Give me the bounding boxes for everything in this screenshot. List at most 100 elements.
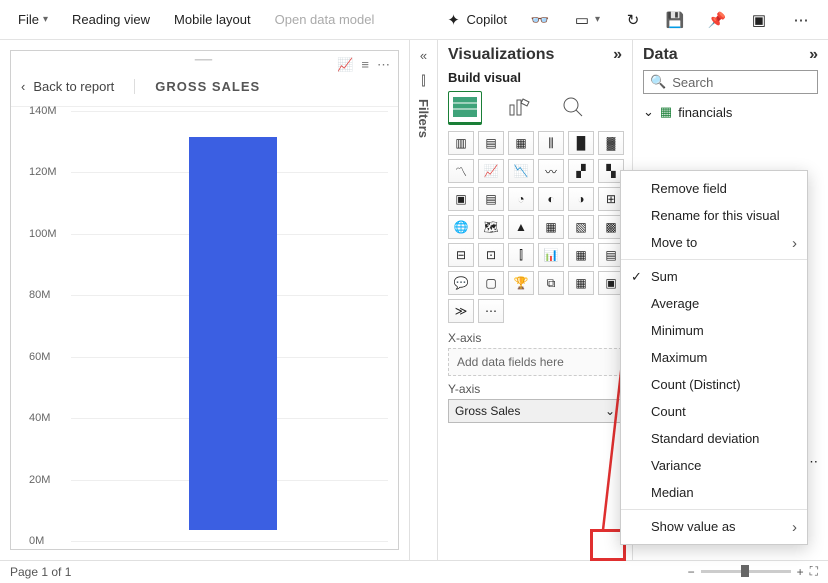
yaxis-field-chip[interactable]: Gross Sales ⌄	[448, 399, 622, 423]
focus-mode-icon[interactable]: 📈	[337, 57, 353, 73]
teams-button[interactable]: ▣	[740, 7, 778, 33]
viz-type-button[interactable]: ≫	[448, 299, 474, 323]
copilot-button[interactable]: ✦Copilot	[435, 7, 517, 33]
ctx-maximum[interactable]: Maximum	[621, 344, 807, 371]
build-visual-tab[interactable]	[448, 91, 482, 125]
table-node-financials[interactable]: ⌄ ▦ financials	[643, 102, 818, 122]
viz-type-button[interactable]: ▤	[478, 187, 504, 211]
ctx-median[interactable]: Median	[621, 479, 807, 506]
copilot-label: Copilot	[467, 12, 507, 27]
ctx-variance[interactable]: Variance	[621, 452, 807, 479]
xaxis-field-well[interactable]: Add data fields here	[448, 348, 622, 376]
viz-type-button[interactable]: ◔	[508, 187, 534, 211]
pin-button[interactable]: 📌	[698, 7, 736, 33]
refresh-button[interactable]: ↻	[614, 7, 652, 33]
viz-type-button[interactable]: ⫿	[508, 243, 534, 267]
zoom-controls: − + ⛶	[688, 564, 818, 579]
y-tick-label: 120M	[29, 166, 57, 178]
viz-type-button[interactable]: ◑	[568, 187, 594, 211]
ctx-count-distinct[interactable]: Count (Distinct)	[621, 371, 807, 398]
viz-type-button[interactable]: 🗺	[478, 215, 504, 239]
visual-dropdown[interactable]: ▭▾	[563, 7, 610, 33]
yaxis-field-name: Gross Sales	[455, 404, 520, 418]
xaxis-label: X-axis	[448, 331, 622, 345]
save-icon: 💾	[666, 11, 684, 29]
viz-type-button[interactable]: ▦	[568, 243, 594, 267]
ctx-move-to[interactable]: Move to	[621, 229, 807, 256]
field-context-menu: Remove field Rename for this visual Move…	[620, 170, 808, 545]
ctx-show-value-as[interactable]: Show value as	[621, 513, 807, 540]
viz-type-button[interactable]: ▦	[568, 271, 594, 295]
yaxis-label: Y-axis	[448, 382, 622, 396]
y-tick-label: 0M	[29, 535, 44, 547]
reading-view-button[interactable]: Reading view	[62, 8, 160, 31]
viz-type-button[interactable]: ⊡	[478, 243, 504, 267]
viz-type-button[interactable]: ▲	[508, 215, 534, 239]
viz-type-button[interactable]: ▞	[568, 159, 594, 183]
mobile-layout-button[interactable]: Mobile layout	[164, 8, 261, 31]
viz-type-button[interactable]: 📈	[478, 159, 504, 183]
ctx-count[interactable]: Count	[621, 398, 807, 425]
viz-type-button[interactable]: ⧉	[538, 271, 564, 295]
build-visual-label: Build visual	[448, 70, 622, 85]
ctx-minimum[interactable]: Minimum	[621, 317, 807, 344]
save-button[interactable]: 💾	[656, 7, 694, 33]
table-icon: ▦	[660, 104, 672, 120]
explore-button[interactable]: 👓	[521, 7, 559, 33]
file-menu[interactable]: File ▾	[8, 8, 58, 31]
viz-type-button[interactable]: ▥	[448, 131, 474, 155]
visual-card[interactable]: ⸺ 📈 ≡ ⋯ ‹ Back to report GROSS SALES 0M2…	[10, 50, 399, 550]
viz-type-button[interactable]: ▤	[478, 131, 504, 155]
ctx-rename[interactable]: Rename for this visual	[621, 202, 807, 229]
y-tick-label: 40M	[29, 412, 50, 424]
search-input[interactable]: 🔍 Search	[643, 70, 818, 94]
format-visual-tab[interactable]	[502, 91, 536, 125]
viz-type-button[interactable]: ▓	[598, 131, 624, 155]
zoom-thumb[interactable]	[741, 565, 749, 577]
viz-type-button[interactable]: 💬	[448, 271, 474, 295]
pin-icon: 📌	[708, 11, 726, 29]
chevron-down-icon: ⌄	[643, 104, 654, 120]
zoom-out-button[interactable]: −	[688, 565, 695, 579]
ctx-average[interactable]: Average	[621, 290, 807, 317]
table-visual-icon	[451, 95, 479, 119]
collapse-icon[interactable]: »	[613, 46, 622, 64]
viz-type-button[interactable]: 🏆	[508, 271, 534, 295]
viz-type-button[interactable]: █	[568, 131, 594, 155]
more-options-icon[interactable]: ⋯	[377, 57, 390, 73]
viz-type-button[interactable]: ▦	[538, 215, 564, 239]
analytics-tab[interactable]	[556, 91, 590, 125]
viz-type-button[interactable]: ▦	[508, 131, 534, 155]
ctx-sum[interactable]: Sum	[621, 263, 807, 290]
viz-type-button[interactable]: 📉	[508, 159, 534, 183]
viz-type-button[interactable]: ⋯	[478, 299, 504, 323]
viz-type-button[interactable]: 〽	[448, 159, 474, 183]
y-tick-label: 80M	[29, 289, 50, 301]
viz-type-button[interactable]: ▢	[478, 271, 504, 295]
viz-type-button[interactable]: ▣	[448, 187, 474, 211]
viz-type-button[interactable]: 📊	[538, 243, 564, 267]
viz-type-button[interactable]: ▧	[568, 215, 594, 239]
visual-title: GROSS SALES	[134, 79, 260, 94]
viz-type-button[interactable]: 🌐	[448, 215, 474, 239]
viz-type-button[interactable]: 〰	[538, 159, 564, 183]
y-tick-label: 140M	[29, 105, 57, 117]
viz-type-button[interactable]: ⊟	[448, 243, 474, 267]
filters-pane-collapsed[interactable]: « ⫿ Filters	[410, 40, 438, 560]
viz-type-button[interactable]: ⫼	[538, 131, 564, 155]
viz-type-button[interactable]: ◐	[538, 187, 564, 211]
zoom-slider[interactable]	[701, 570, 791, 573]
back-to-report-button[interactable]: ‹ Back to report	[21, 79, 114, 94]
page-indicator: Page 1 of 1	[10, 565, 71, 579]
zoom-in-button[interactable]: +	[797, 565, 804, 579]
collapse-icon[interactable]: »	[809, 46, 818, 64]
filter-icon[interactable]: ≡	[361, 57, 369, 73]
more-button[interactable]: ⋯	[782, 7, 820, 33]
filters-label: Filters	[416, 99, 431, 138]
y-tick-label: 20M	[29, 474, 50, 486]
chevron-down-icon[interactable]: ⌄	[605, 404, 615, 418]
fit-to-page-button[interactable]: ⛶	[810, 564, 818, 579]
ctx-stddev[interactable]: Standard deviation	[621, 425, 807, 452]
ctx-remove-field[interactable]: Remove field	[621, 175, 807, 202]
gridline	[71, 111, 388, 112]
